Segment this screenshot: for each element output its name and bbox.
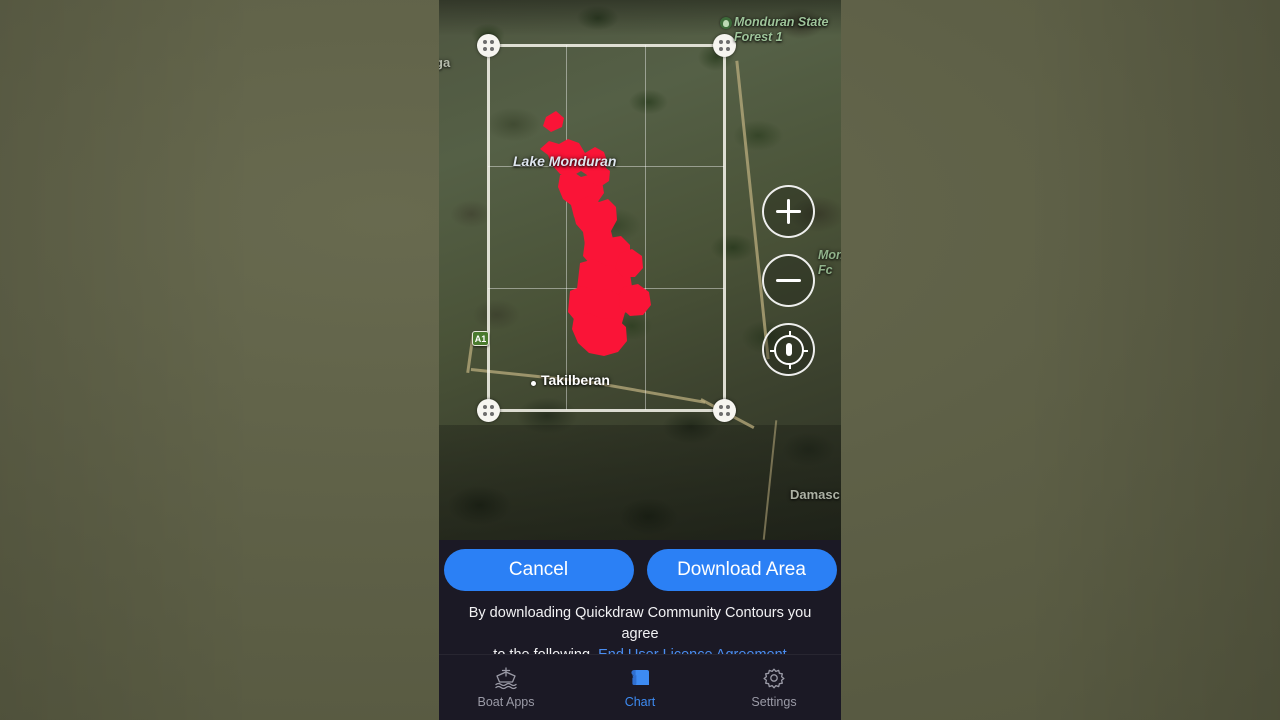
drag-dots-icon xyxy=(482,404,494,416)
contour-shape xyxy=(540,111,651,356)
download-area-button[interactable]: Download Area xyxy=(646,549,837,591)
selection-handle-top-left[interactable] xyxy=(476,33,500,57)
tab-settings[interactable]: Settings xyxy=(724,666,824,709)
selection-handle-bottom-left[interactable] xyxy=(476,398,500,422)
legal-line-1: By downloading Quickdraw Community Conto… xyxy=(468,605,812,642)
action-button-row: Cancel Download Area xyxy=(439,540,841,591)
zoom-out-button[interactable] xyxy=(762,254,815,307)
highway-shield-a1: A1 xyxy=(472,331,489,346)
minus-icon xyxy=(776,279,801,282)
tab-boat-apps-label: Boat Apps xyxy=(477,695,535,709)
map-canvas[interactable]: Lake Monduran Takilberan Monduran State … xyxy=(439,0,841,540)
plus-icon-v xyxy=(787,199,790,224)
tab-chart[interactable]: Chart xyxy=(590,666,690,709)
selection-edge-right[interactable] xyxy=(722,45,726,410)
location-pin xyxy=(785,343,792,356)
boat-icon xyxy=(493,666,519,690)
zoom-in-button[interactable] xyxy=(762,185,815,238)
tab-boat-apps[interactable]: Boat Apps xyxy=(456,666,556,709)
bottom-tab-bar: Boat Apps Chart Settings xyxy=(439,654,841,720)
download-panel: Cancel Download Area By downloading Quic… xyxy=(439,540,841,720)
drag-dots-icon xyxy=(718,404,730,416)
tab-chart-label: Chart xyxy=(624,695,656,709)
chart-icon xyxy=(627,666,653,690)
selection-edge-left[interactable] xyxy=(486,45,490,410)
park-marker-icon xyxy=(720,17,732,29)
selection-edge-bottom[interactable] xyxy=(488,408,724,412)
map-top-shade xyxy=(439,0,841,36)
phone-screen: Lake Monduran Takilberan Monduran State … xyxy=(439,0,841,720)
map-controls xyxy=(762,185,815,376)
locate-me-button[interactable] xyxy=(762,323,815,376)
takilberan-dot xyxy=(531,381,536,386)
selection-edge-top[interactable] xyxy=(488,43,724,47)
selection-handle-top-right[interactable] xyxy=(712,33,736,57)
selection-handle-bottom-right[interactable] xyxy=(712,398,736,422)
drag-dots-icon xyxy=(718,39,730,51)
tab-settings-label: Settings xyxy=(751,695,797,709)
quickdraw-contour-overlay xyxy=(534,105,674,360)
cancel-button[interactable]: Cancel xyxy=(443,549,634,591)
gear-icon xyxy=(761,666,787,690)
drag-dots-icon xyxy=(482,39,494,51)
location-icon xyxy=(769,330,808,369)
map-bottom-shade xyxy=(439,425,841,540)
